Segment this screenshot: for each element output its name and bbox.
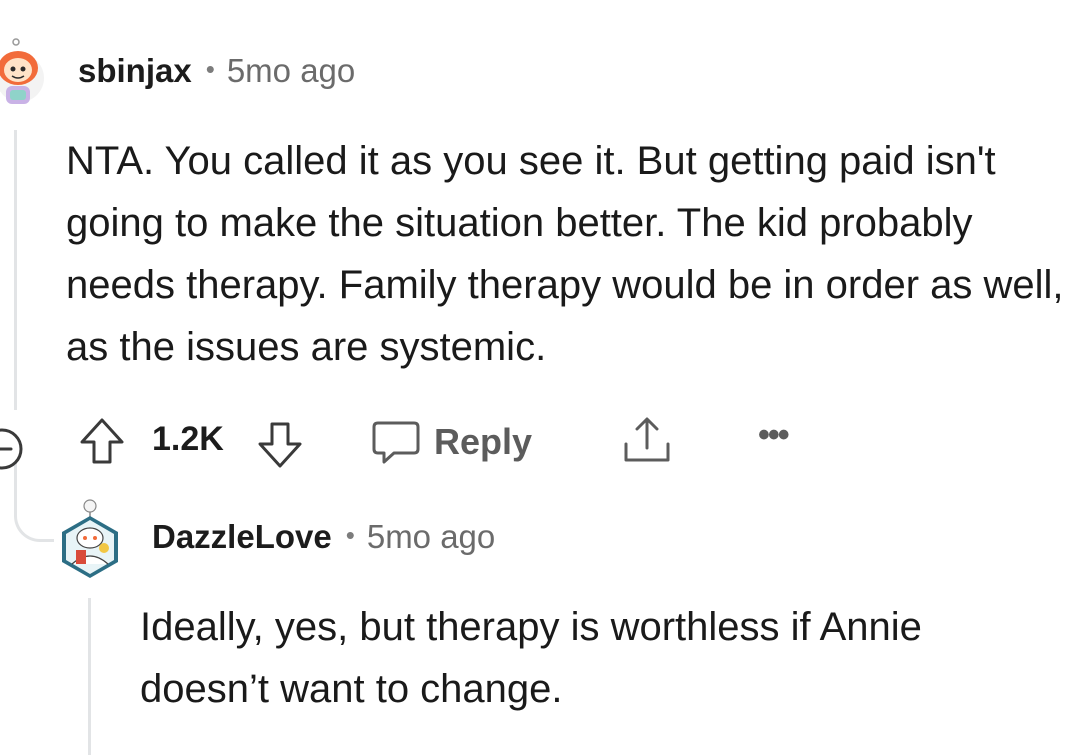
more-options-button[interactable]: •••: [758, 418, 802, 462]
vote-score: 1.2K: [152, 420, 224, 458]
reply-button[interactable]: Reply: [372, 414, 532, 470]
share-icon: [624, 417, 670, 462]
separator-dot: •: [205, 54, 215, 84]
reply-meta: DazzleLove • 5mo ago: [152, 518, 495, 556]
upvote-button[interactable]: [76, 416, 128, 468]
collapse-button[interactable]: [0, 422, 36, 476]
timestamp[interactable]: 5mo ago: [227, 52, 355, 90]
reply-thread-line[interactable]: [88, 598, 91, 755]
arrow-up-icon: [80, 418, 124, 464]
thread-branch-line: [14, 490, 54, 542]
comment-body: NTA. You called it as you see it. But ge…: [66, 139, 1064, 369]
share-button[interactable]: [620, 414, 674, 468]
reply-user-avatar[interactable]: [56, 498, 124, 578]
thread-line[interactable]: [14, 130, 17, 410]
minus-circle-icon: [0, 428, 23, 470]
snoo-avatar-icon: [0, 38, 44, 104]
snoo-avatar-icon: [62, 499, 118, 578]
user-avatar[interactable]: [0, 38, 50, 108]
reply-body: Ideally, yes, but therapy is worthless i…: [140, 605, 922, 711]
separator-dot: •: [345, 520, 355, 550]
comment-meta: sbinjax • 5mo ago: [78, 52, 355, 90]
speech-bubble-icon: [372, 421, 420, 464]
comment-thread: sbinjax • 5mo ago NTA. You called it as …: [0, 0, 1080, 755]
reply-timestamp[interactable]: 5mo ago: [367, 518, 495, 556]
downvote-button[interactable]: [254, 418, 306, 470]
arrow-down-icon: [258, 422, 302, 468]
username[interactable]: sbinjax: [78, 52, 192, 90]
reply-label: Reply: [434, 421, 533, 462]
reply-username[interactable]: DazzleLove: [152, 518, 332, 556]
